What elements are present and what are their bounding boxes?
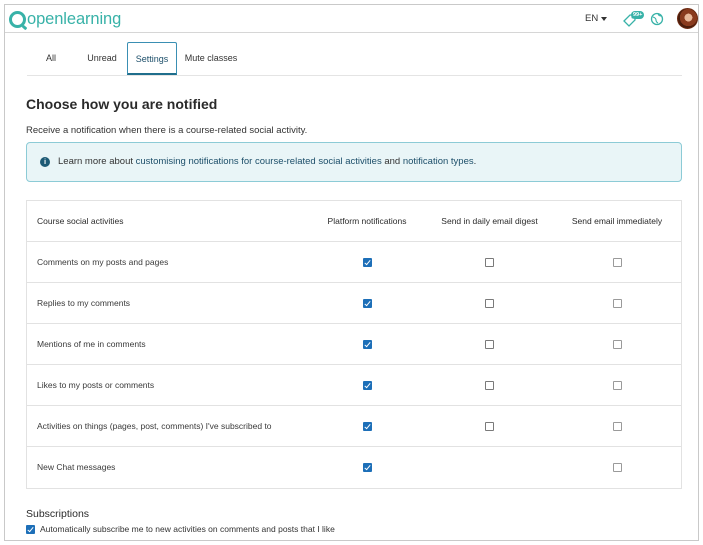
daily-digest-checkbox[interactable] [485, 299, 494, 309]
notification-count-badge: 99+ [631, 11, 645, 19]
tab-mute-classes[interactable]: Mute classes [181, 42, 241, 75]
activity-label: Likes to my posts or comments [37, 380, 155, 390]
email-immediately-checkbox[interactable] [612, 340, 622, 350]
info-icon: i [40, 157, 50, 167]
email-immediately-checkbox[interactable] [612, 463, 622, 473]
column-header-platform: Platform notifications [327, 216, 407, 226]
tab-settings[interactable]: Settings [127, 42, 177, 75]
table-row: Replies to my comments [27, 283, 681, 324]
info-callout: i Learn more about customising notificat… [26, 142, 682, 182]
platform-notification-checkbox[interactable] [362, 258, 372, 268]
table-row: Comments on my posts and pages [27, 242, 681, 283]
table-row: Mentions of me in comments [27, 324, 681, 365]
customising-notifications-link[interactable]: customising notifications for course-rel… [136, 156, 382, 167]
language-selector[interactable]: EN [585, 13, 608, 24]
auto-subscribe-checkbox[interactable] [26, 524, 35, 534]
checkbox-cell [317, 406, 417, 446]
checkbox-cell [427, 242, 552, 282]
notification-tabs: All Unread Settings Mute classes [27, 42, 682, 76]
column-header-immediate: Send email immediately [571, 216, 663, 226]
column-header-digest: Send in daily email digest [441, 216, 538, 226]
tab-unread[interactable]: Unread [77, 42, 127, 75]
app-window: openlearning EN 99+ All Unread Settings … [4, 4, 699, 541]
checkbox-cell [427, 447, 552, 487]
checkbox-cell [427, 365, 552, 405]
email-immediately-checkbox[interactable] [612, 422, 622, 432]
intro-text: Receive a notification when there is a c… [26, 125, 308, 136]
logo-text: openlearning [27, 9, 122, 28]
checkbox-cell [317, 365, 417, 405]
checkbox-cell [557, 406, 677, 446]
explore-button[interactable] [650, 12, 664, 26]
platform-notification-checkbox[interactable] [362, 340, 372, 350]
daily-digest-checkbox[interactable] [485, 422, 494, 432]
checkbox-cell [557, 283, 677, 323]
table-row: Likes to my posts or comments [27, 365, 681, 406]
checkbox-cell [557, 365, 677, 405]
activity-label: Comments on my posts and pages [37, 257, 169, 267]
daily-digest-checkbox[interactable] [485, 340, 494, 350]
checkbox-cell [317, 324, 417, 364]
globe-icon [650, 12, 664, 26]
activity-label: New Chat messages [37, 462, 116, 472]
chevron-down-icon [601, 16, 608, 21]
info-prefix: Learn more about [58, 156, 136, 167]
logo-mark-icon [9, 10, 26, 28]
checkbox-cell [317, 447, 417, 487]
activity-label: Mentions of me in comments [37, 339, 146, 349]
table-header-row: Course social activities Platform notifi… [27, 201, 681, 242]
checkbox-cell [427, 283, 552, 323]
user-avatar[interactable] [677, 8, 698, 29]
checkbox-cell [557, 447, 677, 487]
table-row: Activities on things (pages, post, comme… [27, 406, 681, 447]
auto-subscribe-label: Automatically subscribe me to new activi… [40, 524, 335, 534]
info-middle: and [381, 156, 403, 167]
platform-notification-checkbox[interactable] [362, 381, 372, 391]
checkbox-cell [427, 406, 552, 446]
column-header-activities: Course social activities [37, 216, 124, 226]
checkbox-cell [557, 324, 677, 364]
platform-notification-checkbox[interactable] [362, 422, 372, 432]
checkbox-cell [427, 324, 552, 364]
subscriptions-title: Subscriptions [26, 508, 90, 520]
email-immediately-checkbox[interactable] [612, 299, 622, 309]
notifications-button[interactable]: 99+ [623, 11, 645, 27]
activity-label: Replies to my comments [37, 298, 131, 308]
email-immediately-checkbox[interactable] [612, 381, 622, 391]
info-suffix: . [473, 156, 477, 167]
checkbox-cell [557, 242, 677, 282]
daily-digest-checkbox[interactable] [485, 381, 494, 391]
tab-all[interactable]: All [36, 42, 66, 75]
daily-digest-checkbox[interactable] [485, 258, 494, 268]
page-title: Choose how you are notified [26, 96, 218, 112]
openlearning-logo[interactable]: openlearning [9, 8, 121, 30]
top-navigation-bar: openlearning EN 99+ [5, 5, 698, 33]
platform-notification-checkbox[interactable] [362, 463, 372, 473]
info-text: Learn more about customising notificatio… [58, 156, 476, 167]
platform-notification-checkbox[interactable] [362, 299, 372, 309]
notification-types-link[interactable]: notification types [403, 156, 474, 167]
checkbox-cell [317, 242, 417, 282]
email-immediately-checkbox[interactable] [612, 258, 622, 268]
language-label: EN [585, 13, 599, 24]
auto-subscribe-option[interactable]: Automatically subscribe me to new activi… [26, 524, 335, 534]
checkbox-cell [317, 283, 417, 323]
activity-label: Activities on things (pages, post, comme… [37, 421, 272, 431]
table-row: New Chat messages [27, 447, 681, 488]
notification-settings-table: Course social activities Platform notifi… [26, 200, 682, 489]
